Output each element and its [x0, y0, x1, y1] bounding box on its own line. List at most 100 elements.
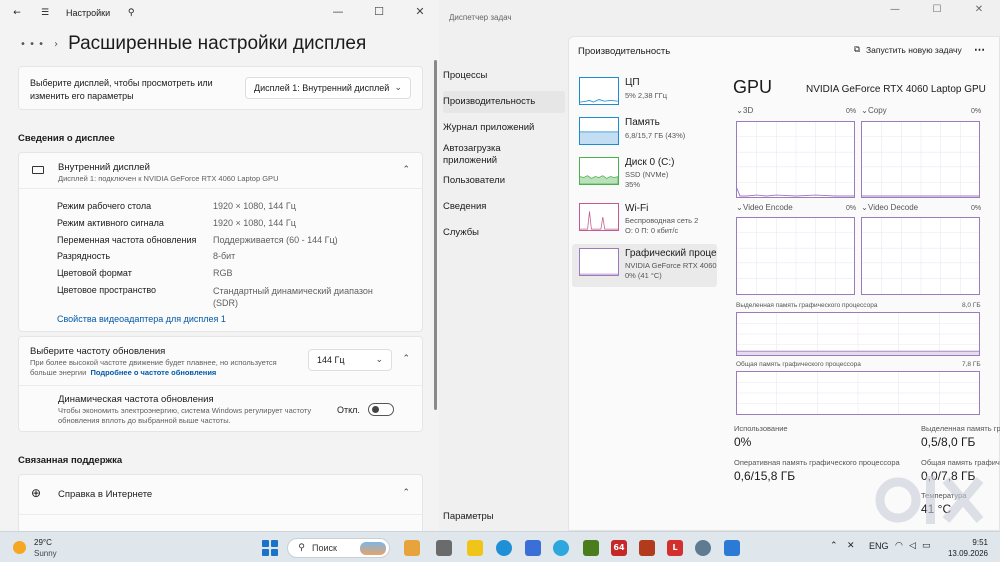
refresh-rate-dropdown[interactable]: 144 Гц ⌄ — [308, 349, 392, 371]
app-l-icon[interactable]: L — [667, 540, 683, 556]
maximize-icon[interactable]: ☐ — [372, 5, 386, 18]
refresh-rate-card: Выберите частоту обновления При более вы… — [18, 336, 423, 432]
chevron-down-icon: ⌄ — [375, 355, 383, 365]
clock-time: 9:51 — [972, 538, 988, 547]
engine-encode-label: ⌄Video Encode — [736, 203, 793, 212]
nav-services[interactable]: Службы — [443, 227, 479, 239]
resource-detail: 6,8/15,7 ГБ (43%) — [625, 131, 686, 140]
usage-value: 0% — [734, 435, 752, 449]
resource-detail: 35% — [625, 180, 641, 189]
wifi-icon[interactable]: ◠ — [895, 541, 903, 551]
resource-name: Диск 0 (C:) — [625, 157, 675, 168]
chevron-up-icon: ⌃ — [402, 488, 410, 498]
property-value: 8-бит — [213, 251, 236, 261]
nav-app-history[interactable]: Журнал приложений — [443, 122, 534, 134]
back-arrow-icon[interactable]: ← — [10, 8, 24, 18]
run-task-icon: ⧉ — [853, 45, 861, 55]
file-explorer-icon[interactable] — [436, 540, 452, 556]
search-icon: ⚲ — [298, 543, 305, 553]
shared-stat-value: 0,0/7,8 ГБ — [921, 469, 976, 483]
settings-gear-icon[interactable] — [695, 540, 711, 556]
property-label: Режим активного сигнала — [57, 218, 164, 228]
more-options-icon[interactable]: ⋯ — [974, 43, 986, 56]
volume-icon[interactable]: ◁ — [909, 541, 916, 551]
taskbar: 29°C Sunny ⚲ Поиск 64 L ⌃ ✕ ENG ◠ ◁ ▭ 9:… — [0, 531, 1000, 562]
engine-copy-graph — [861, 121, 980, 198]
shared-memory-graph — [736, 371, 980, 415]
hamburger-menu-icon[interactable]: ☰ — [38, 8, 52, 18]
widgets-icon[interactable] — [404, 540, 420, 556]
nav-settings[interactable]: Параметры — [443, 511, 494, 523]
windows-logo-tile — [262, 540, 269, 547]
refresh-learn-more-link[interactable]: Подробнее о частоте обновления — [90, 368, 216, 377]
gpu-memory-label: Оперативная память графического процессо… — [734, 458, 900, 467]
folder-icon[interactable] — [467, 540, 483, 556]
dedicated-memory-max: 8,0 ГБ — [962, 302, 981, 309]
resource-cpu[interactable]: ЦП 5% 2,38 ГГц — [572, 75, 717, 115]
resource-disk[interactable]: Диск 0 (C:) SSD (NVMe) 35% — [572, 155, 717, 195]
task-manager-nav: Процессы Производительность Журнал прило… — [439, 40, 567, 530]
weather-temperature[interactable]: 29°C — [34, 538, 52, 547]
engine-copy-label: ⌄Copy — [861, 106, 887, 115]
dynamic-refresh-toggle[interactable] — [368, 403, 394, 416]
related-support-card: ⊕ Справка в Интернете ⌃ — [18, 474, 423, 531]
search-icon[interactable]: ⚲ — [124, 8, 138, 18]
game-icon[interactable] — [639, 540, 655, 556]
display-info-header[interactable]: Внутренний дисплей Дисплей 1: подключен … — [19, 153, 422, 189]
property-value: 1920 × 1080, 144 Гц — [213, 201, 296, 211]
nav-performance[interactable]: Производительность — [443, 91, 565, 113]
tray-app-icon[interactable]: ✕ — [847, 541, 855, 551]
close-icon[interactable]: ✕ — [972, 4, 986, 15]
settings-app-title: Настройки — [66, 8, 111, 18]
taskbar-search[interactable]: ⚲ Поиск — [287, 538, 390, 558]
resource-detail: NVIDIA GeForce RTX 4060 — [625, 261, 717, 270]
nav-processes[interactable]: Процессы — [443, 70, 487, 82]
run-new-task-button[interactable]: ⧉ Запустить новую задачу — [852, 45, 962, 55]
maximize-icon[interactable]: ☐ — [930, 4, 944, 15]
minimize-icon[interactable]: — — [888, 4, 902, 15]
app-64-icon[interactable]: 64 — [611, 540, 627, 556]
start-button[interactable] — [262, 540, 278, 556]
minimize-icon[interactable]: — — [331, 5, 345, 18]
sun-icon[interactable] — [13, 541, 26, 554]
select-display-text: Выберите дисплей, чтобы просмотреть или … — [30, 78, 213, 101]
close-icon[interactable]: ✕ — [413, 5, 427, 18]
clock[interactable]: 9:51 13.09.2026 — [920, 537, 988, 559]
chevron-up-icon[interactable]: ⌃ — [402, 354, 410, 364]
usage-label: Использование — [734, 424, 788, 433]
property-value: Поддерживается (60 - 144 Гц) — [213, 235, 338, 245]
resource-detail: 5% 2,38 ГГц — [625, 91, 668, 100]
resource-name: ЦП — [625, 77, 640, 88]
property-value: RGB — [213, 268, 233, 278]
language-indicator[interactable]: ENG — [869, 541, 889, 551]
breadcrumb-ellipsis[interactable]: • • • — [20, 39, 44, 50]
resource-memory[interactable]: Память 6,8/15,7 ГБ (43%) — [572, 115, 717, 155]
nvidia-icon[interactable] — [583, 540, 599, 556]
task-manager-title: Диспетчер задач — [449, 13, 512, 22]
help-online-item[interactable]: ⊕ Справка в Интернете ⌃ — [19, 475, 422, 515]
store-icon[interactable] — [525, 540, 541, 556]
gpu-model: NVIDIA GeForce RTX 4060 Laptop GPU — [806, 84, 986, 95]
edge-icon[interactable] — [496, 540, 512, 556]
resource-gpu[interactable]: Графический проце NVIDIA GeForce RTX 406… — [572, 244, 717, 287]
telegram-icon[interactable] — [553, 540, 569, 556]
nav-startup-apps[interactable]: Автозагрузка приложений — [443, 143, 501, 167]
property-label: Разрядность — [57, 251, 111, 261]
chevron-up-icon[interactable]: ⌃ — [830, 541, 838, 551]
weather-condition[interactable]: Sunny — [34, 549, 57, 558]
resource-detail: О: 0 П: 0 кбит/с — [625, 226, 679, 235]
gpu-heading: GPU — [733, 77, 773, 97]
select-display-card: Выберите дисплей, чтобы просмотреть или … — [18, 66, 423, 110]
chevron-down-icon: ⌄ — [736, 106, 743, 115]
nav-details[interactable]: Сведения — [443, 201, 486, 213]
resource-detail: SSD (NVMe) — [625, 170, 669, 179]
dedicated-stat-label: Выделенная память гр — [921, 424, 1000, 433]
nav-users[interactable]: Пользователи — [443, 175, 505, 187]
task-manager-icon[interactable] — [724, 540, 740, 556]
resource-wifi[interactable]: Wi-Fi Беспроводная сеть 2 О: 0 П: 0 кбит… — [572, 201, 717, 241]
property-label: Цветовое пространство — [57, 285, 157, 295]
performance-heading: Производительность — [578, 46, 671, 57]
scrollbar[interactable] — [434, 60, 437, 410]
display-select-dropdown[interactable]: Дисплей 1: Внутренний дисплей ⌄ — [245, 77, 411, 99]
adapter-properties-link[interactable]: Свойства видеоадаптера для дисплея 1 — [57, 314, 226, 324]
